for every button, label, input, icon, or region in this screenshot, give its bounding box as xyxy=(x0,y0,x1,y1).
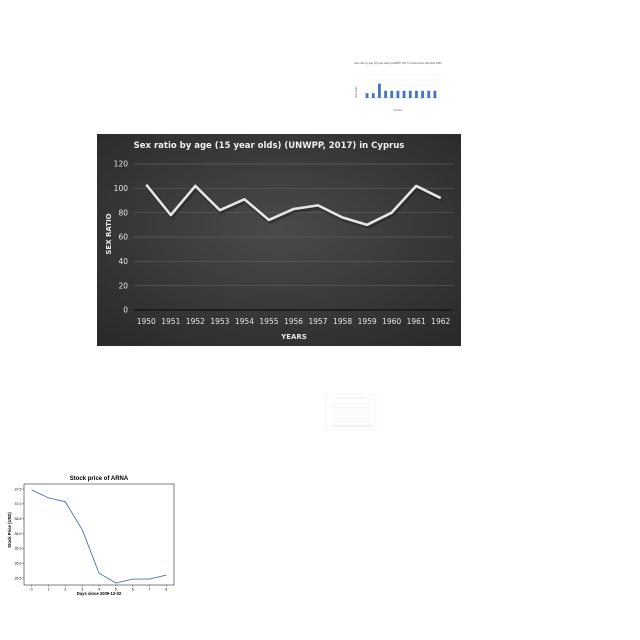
stock-chart-frame xyxy=(23,483,175,586)
thumbnail-bar xyxy=(415,90,418,98)
main-line-chart-svg: Sex ratio by age (15 year olds) (UNWPP, … xyxy=(97,134,461,346)
stock-chart-ytick-label: 35.5 xyxy=(15,576,22,580)
stock-chart-xlabel: Days since 2009-12-02 xyxy=(77,591,122,596)
main-chart-ytick-label: 80 xyxy=(118,208,128,217)
thumbnail-bar xyxy=(384,90,387,98)
thumbnail-bar xyxy=(402,90,406,98)
thumbnail-bar-gridlines xyxy=(364,73,438,99)
main-chart-xtick-label: 1962 xyxy=(431,317,450,326)
stock-chart-series xyxy=(31,489,167,584)
thumbnail-bar xyxy=(421,90,424,98)
main-chart-xtick-label: 1952 xyxy=(186,317,205,326)
stock-chart-xtick-label: 5 xyxy=(115,588,117,592)
main-chart-ylabel: SEX RATIO xyxy=(105,213,113,254)
stock-chart-ytick-label: 36.0 xyxy=(15,561,22,565)
stock-chart-xtick-label: 3 xyxy=(81,588,83,592)
main-chart-xtick-label: 1960 xyxy=(382,317,401,326)
main-chart-xtick-label: 1954 xyxy=(235,317,254,326)
thumbnail-empty-chart xyxy=(325,393,377,431)
main-chart-xtick-label: 1953 xyxy=(210,317,229,326)
stock-chart-xtick-label: 0 xyxy=(31,588,33,592)
stock-chart-ytick-label: 37.0 xyxy=(15,502,22,506)
main-chart-ytick-label: 40 xyxy=(118,257,128,266)
thumbnail-bar-chart: Sex ratio by age (15 year olds) (UNWPP, … xyxy=(352,60,442,115)
stock-price-chart: Stock price of ARNA Stock Price (USD) Da… xyxy=(7,472,178,600)
main-chart-xlabel: YEARS xyxy=(280,333,307,341)
stock-chart-xtick-label: 4 xyxy=(98,588,100,592)
main-chart-ytick-label: 20 xyxy=(118,281,128,290)
main-chart-ytick-label: 100 xyxy=(114,184,129,193)
thumbnail-bar-series xyxy=(365,83,437,98)
thumbnail-empty-gridlines xyxy=(325,393,377,431)
stock-chart-ytick-label: 37.5 xyxy=(15,487,22,491)
main-chart-title: Sex ratio by age (15 year olds) (UNWPP, … xyxy=(134,141,405,151)
stock-chart-xtick-label: 6 xyxy=(132,588,134,592)
thumbnail-bar xyxy=(390,90,394,98)
main-chart-xtick-label: 1961 xyxy=(407,317,426,326)
thumbnail-bar-chart-xlabel: Country xyxy=(393,108,403,112)
stock-chart-series-line xyxy=(31,489,167,584)
main-chart-ytick-label: 0 xyxy=(123,306,128,315)
thumbnail-bar-chart-svg: Sex ratio by age (15 year olds) (UNWPP, … xyxy=(354,61,442,112)
thumbnail-bar xyxy=(433,90,437,98)
thumbnail-bar-chart-title: Sex ratio by age (15 year olds) (UNWPP, … xyxy=(354,61,442,65)
stock-chart-xtick-label: 8 xyxy=(165,588,167,592)
thumbnail-bar xyxy=(408,90,412,98)
stock-chart-xticks: 0 1 2 3 4 5 6 7 8 xyxy=(31,585,167,592)
stock-chart-xtick-label: 7 xyxy=(149,588,151,592)
stock-price-chart-svg: Stock price of ARNA Stock Price (USD) Da… xyxy=(7,476,175,596)
thumbnail-empty-frame xyxy=(325,393,377,431)
thumbnail-bar xyxy=(378,83,381,98)
main-chart-xtick-label: 1951 xyxy=(161,317,180,326)
stock-chart-ytick-label: 36.5 xyxy=(15,517,22,521)
stock-chart-ylabel: Stock Price (USD) xyxy=(7,512,12,548)
stock-chart-xtick-label: 1 xyxy=(47,588,49,592)
main-chart-ytick-label: 60 xyxy=(118,233,128,242)
main-chart-background xyxy=(97,134,461,346)
main-chart-xtick-label: 1950 xyxy=(137,317,156,326)
stock-chart-xtick-label: 2 xyxy=(64,588,66,592)
thumbnail-bar-chart-ylabel: Sex Ratio xyxy=(354,86,358,98)
main-chart-xtick-label: 1959 xyxy=(358,317,377,326)
main-chart-ytick-label: 120 xyxy=(114,160,129,169)
thumbnail-bar xyxy=(427,90,431,98)
stock-chart-title: Stock price of ARNA xyxy=(70,476,129,482)
main-chart-xtick-label: 1956 xyxy=(284,317,303,326)
thumbnail-bar xyxy=(371,93,375,98)
stock-chart-yticks: 35.5 36.0 36.5 36.0 36.5 37.0 37.5 xyxy=(15,487,24,580)
main-line-chart: Sex ratio by age (15 year olds) (UNWPP, … xyxy=(97,134,461,346)
thumbnail-bar xyxy=(396,90,400,98)
main-chart-xtick-label: 1958 xyxy=(333,317,352,326)
main-chart-xtick-label: 1957 xyxy=(308,317,327,326)
thumbnail-bar xyxy=(365,93,369,98)
stock-chart-ytick-label: 36.0 xyxy=(15,532,22,536)
stock-chart-ytick-label: 36.5 xyxy=(15,547,22,551)
thumbnail-empty-chart-svg xyxy=(325,393,377,431)
main-chart-xtick-label: 1955 xyxy=(259,317,278,326)
